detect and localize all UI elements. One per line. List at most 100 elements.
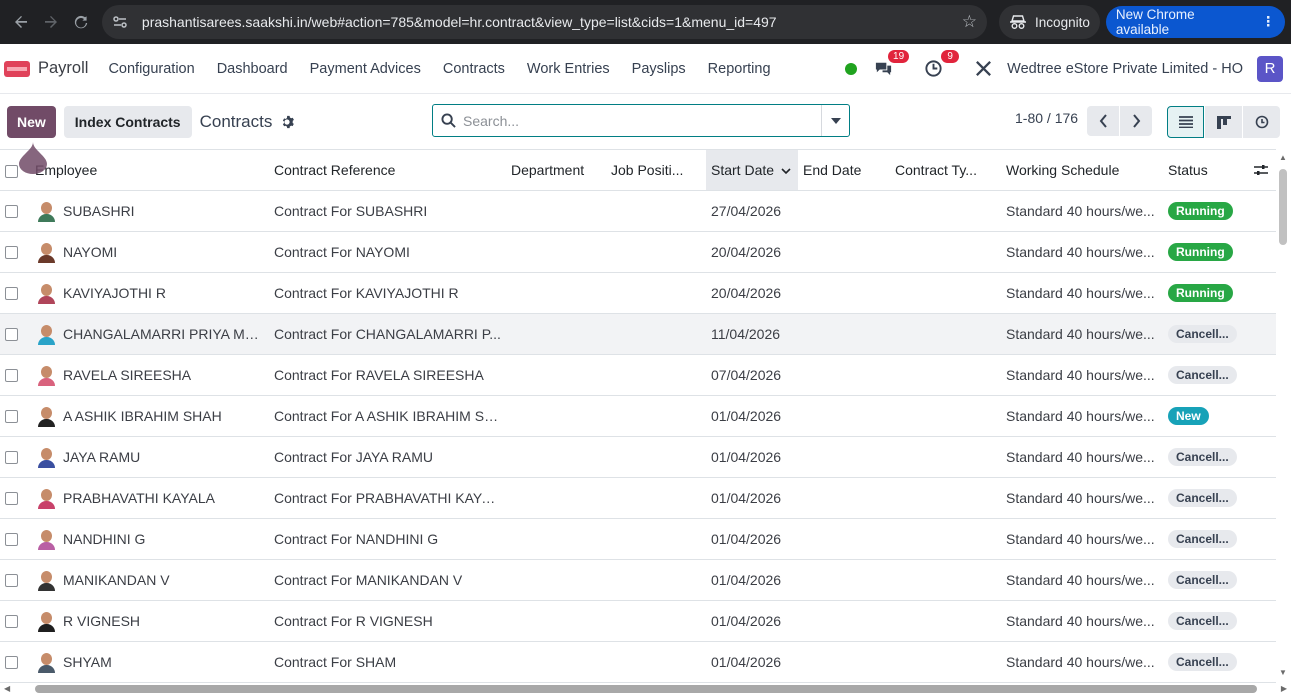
reload-icon[interactable] (66, 7, 96, 37)
job-position-cell[interactable] (606, 395, 706, 437)
contract-type-cell[interactable] (890, 600, 1001, 642)
job-position-cell[interactable] (606, 641, 706, 683)
department-cell[interactable] (506, 313, 606, 355)
start-date-cell[interactable]: 01/04/2026 (706, 641, 798, 683)
end-date-cell[interactable] (798, 641, 890, 683)
chrome-update-button[interactable]: New Chrome available ⋮ (1105, 6, 1285, 38)
department-cell[interactable] (506, 231, 606, 273)
user-avatar[interactable]: R (1257, 55, 1283, 82)
payroll-app-icon[interactable] (4, 60, 30, 77)
menu-configuration[interactable]: Configuration (108, 61, 194, 77)
status-cell[interactable]: Running (1163, 231, 1246, 273)
department-cell[interactable] (506, 395, 606, 437)
working-schedule-cell[interactable]: Standard 40 hours/we... (1001, 600, 1163, 642)
status-cell[interactable]: Cancell... (1163, 559, 1246, 601)
contract-reference-cell[interactable]: Contract For SHAM (269, 641, 506, 683)
menu-work-entries[interactable]: Work Entries (527, 61, 610, 77)
department-cell[interactable] (506, 641, 606, 683)
department-cell[interactable] (506, 272, 606, 314)
end-date-cell[interactable] (798, 559, 890, 601)
employee-cell[interactable]: SHYAM (30, 641, 269, 683)
debug-tools-icon[interactable] (971, 57, 995, 81)
incognito-indicator[interactable]: Incognito (999, 5, 1100, 39)
department-cell[interactable] (506, 518, 606, 560)
employee-cell[interactable]: R VIGNESH (30, 600, 269, 642)
status-cell[interactable]: Cancell... (1163, 518, 1246, 560)
row-checkbox[interactable] (5, 615, 18, 629)
table-row[interactable]: RAVELA SIREESHA Contract For RAVELA SIREE… (0, 354, 1276, 396)
menu-contracts[interactable]: Contracts (443, 61, 505, 77)
end-date-cell[interactable] (798, 231, 890, 273)
search-bar[interactable] (432, 104, 850, 137)
job-position-cell[interactable] (606, 559, 706, 601)
kebab-menu-icon[interactable]: ⋮ (1262, 14, 1276, 30)
end-date-cell[interactable] (798, 272, 890, 314)
column-end-date[interactable]: End Date (798, 150, 890, 191)
scroll-left-arrow-icon[interactable]: ◀ (4, 684, 10, 693)
status-cell[interactable]: Running (1163, 190, 1246, 232)
employee-cell[interactable]: A ASHIK IBRAHIM SHAH (30, 395, 269, 437)
row-checkbox[interactable] (5, 451, 18, 465)
column-working-schedule[interactable]: Working Schedule (1001, 150, 1163, 191)
end-date-cell[interactable] (798, 395, 890, 437)
job-position-cell[interactable] (606, 190, 706, 232)
start-date-cell[interactable]: 11/04/2026 (706, 313, 798, 355)
job-position-cell[interactable] (606, 313, 706, 355)
contract-reference-cell[interactable]: Contract For JAYA RAMU (269, 436, 506, 478)
menu-payment-advices[interactable]: Payment Advices (310, 61, 421, 77)
contract-type-cell[interactable] (890, 641, 1001, 683)
table-row[interactable]: CHANGALAMARRI PRIYA MA... Contract For CH… (0, 313, 1276, 355)
start-date-cell[interactable]: 20/04/2026 (706, 231, 798, 273)
working-schedule-cell[interactable]: Standard 40 hours/we... (1001, 641, 1163, 683)
gear-icon[interactable] (280, 115, 295, 129)
row-checkbox[interactable] (5, 492, 18, 506)
contract-type-cell[interactable] (890, 477, 1001, 519)
search-options-toggle[interactable] (821, 105, 849, 136)
row-checkbox[interactable] (5, 328, 18, 342)
contract-reference-cell[interactable]: Contract For R VIGNESH (269, 600, 506, 642)
table-row[interactable]: JAYA RAMU Contract For JAYA RAMU 01/04/202… (0, 436, 1276, 478)
back-icon[interactable] (6, 7, 36, 37)
vertical-scroll-thumb[interactable] (1279, 169, 1287, 245)
column-start-date[interactable]: Start Date (706, 150, 798, 191)
select-all-checkbox[interactable] (5, 164, 18, 178)
column-status[interactable]: Status (1163, 150, 1246, 191)
start-date-cell[interactable]: 20/04/2026 (706, 272, 798, 314)
list-view-button[interactable] (1167, 106, 1204, 138)
contract-type-cell[interactable] (890, 395, 1001, 437)
end-date-cell[interactable] (798, 354, 890, 396)
horizontal-scroll-thumb[interactable] (35, 685, 1257, 693)
contract-type-cell[interactable] (890, 354, 1001, 396)
contract-reference-cell[interactable]: Contract For NANDHINI G (269, 518, 506, 560)
index-contracts-button[interactable]: Index Contracts (63, 106, 192, 138)
table-row[interactable]: R VIGNESH Contract For R VIGNESH 01/04/202… (0, 600, 1276, 642)
contract-reference-cell[interactable]: Contract For MANIKANDAN V (269, 559, 506, 601)
menu-reporting[interactable]: Reporting (708, 61, 771, 77)
department-cell[interactable] (506, 354, 606, 396)
address-bar[interactable]: prashantisarees.saakshi.in/web#action=78… (101, 5, 988, 39)
working-schedule-cell[interactable]: Standard 40 hours/we... (1001, 559, 1163, 601)
job-position-cell[interactable] (606, 272, 706, 314)
employee-cell[interactable]: NAYOMI (30, 231, 269, 273)
column-employee[interactable]: Employee (30, 150, 269, 191)
department-cell[interactable] (506, 559, 606, 601)
department-cell[interactable] (506, 477, 606, 519)
employee-cell[interactable]: RAVELA SIREESHA (30, 354, 269, 396)
job-position-cell[interactable] (606, 477, 706, 519)
status-cell[interactable]: Cancell... (1163, 600, 1246, 642)
scroll-down-arrow-icon[interactable]: ▼ (1279, 668, 1287, 677)
column-job-position[interactable]: Job Positi... (606, 150, 706, 191)
contract-reference-cell[interactable]: Contract For PRABHAVATHI KAYALA (269, 477, 506, 519)
working-schedule-cell[interactable]: Standard 40 hours/we... (1001, 518, 1163, 560)
activity-view-button[interactable] (1243, 106, 1280, 138)
working-schedule-cell[interactable]: Standard 40 hours/we... (1001, 272, 1163, 314)
row-checkbox[interactable] (5, 246, 18, 260)
menu-payslips[interactable]: Payslips (632, 61, 686, 77)
row-checkbox[interactable] (5, 205, 18, 219)
working-schedule-cell[interactable]: Standard 40 hours/we... (1001, 190, 1163, 232)
status-cell[interactable]: Cancell... (1163, 313, 1246, 355)
row-checkbox[interactable] (5, 574, 18, 588)
end-date-cell[interactable] (798, 436, 890, 478)
department-cell[interactable] (506, 436, 606, 478)
employee-cell[interactable]: PRABHAVATHI KAYALA (30, 477, 269, 519)
